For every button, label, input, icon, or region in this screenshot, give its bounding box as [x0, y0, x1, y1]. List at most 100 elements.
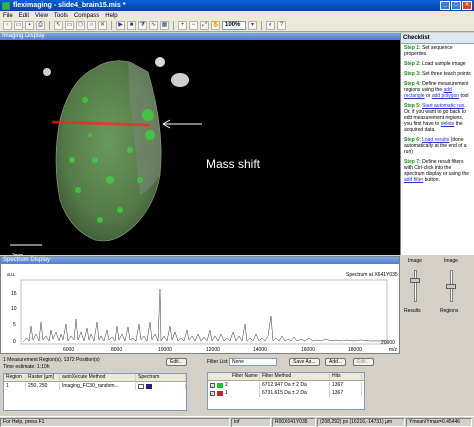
add-filter-link[interactable]: add filter	[404, 177, 423, 183]
close-button[interactable]: ×	[462, 1, 472, 10]
x-tick-label: 6000	[63, 347, 74, 353]
raster-cell: 250, 250	[26, 382, 60, 390]
filter-color-swatch[interactable]	[217, 390, 223, 396]
stop-icon[interactable]: ■	[127, 21, 136, 30]
filter-icon[interactable]: ⧩	[138, 21, 147, 30]
filters-panel: Filter List: None Save As... Add... Edit…	[201, 355, 474, 415]
add-polygon-link[interactable]: add polygon	[432, 93, 459, 99]
minimize-button[interactable]: _	[440, 1, 450, 10]
status-tof: tof	[231, 417, 271, 427]
column-header: Filter Name	[208, 373, 260, 380]
open-folder-icon[interactable]: ▭	[14, 21, 23, 30]
save-as-button[interactable]: Save As...	[289, 358, 320, 366]
checklist-title: Checklist	[401, 33, 474, 44]
status-position: R00X041Y035	[272, 417, 316, 427]
x-tick-label: 10000	[158, 347, 172, 353]
table-row[interactable]: ✓ 2 6712.947 Da ± 2 Da 1367	[208, 381, 364, 389]
spectrum-checkbox[interactable]	[138, 383, 144, 389]
filter-name-cell: ✓ 2	[208, 381, 260, 389]
filter-checkbox[interactable]: ✓	[210, 390, 215, 396]
filter-list-select[interactable]: None	[229, 358, 277, 366]
spectrum-icon[interactable]: ∿	[149, 21, 158, 30]
menu-view[interactable]: View	[35, 13, 48, 19]
x-tick-label: 16000	[301, 347, 315, 353]
status-coordinates: (208,292) px (16216,-14731) µm	[317, 417, 405, 427]
regions-table: Region Raster [µm] autoXecute Method Spe…	[3, 373, 187, 411]
spectrum-legend: Spectrum at X641Y035	[346, 272, 398, 278]
menu-tools[interactable]: Tools	[54, 13, 68, 19]
select-arrow-icon[interactable]: ↖	[54, 21, 63, 30]
hand-icon[interactable]: ✋	[211, 21, 220, 30]
zoom-in-icon[interactable]: +	[178, 21, 187, 30]
table-row[interactable]: ✓ 1 6731.615 Da ± 2 Da 1367	[208, 389, 364, 397]
step-number: Step 3:	[404, 71, 421, 77]
step-text: tool	[459, 93, 469, 99]
y-axis-label: a.u.	[7, 272, 15, 278]
add-filter-button[interactable]: Add...	[325, 358, 347, 366]
toolbar: ▫ ▭ ▪ ⎙ ↖ ▭ ⬠ ○ ✕ ▶ ■ ⧩ ∿ ▦ + − ⤢ ✋ 100%…	[0, 20, 474, 32]
toolbar-separator	[261, 21, 262, 30]
method-cell: Imaging_FC30_random...	[60, 382, 136, 390]
delete-icon[interactable]: ✕	[98, 21, 107, 30]
fit-icon[interactable]: ⤢	[200, 21, 209, 30]
checklist-step-1: Step 1: Set sequence properties	[401, 44, 474, 60]
toolbar-separator	[49, 21, 50, 30]
toolbar-separator	[173, 21, 174, 30]
print-icon[interactable]: ⎙	[36, 21, 45, 30]
mass-shift-annotation: Mass shift	[206, 157, 261, 171]
checklist-step-6: Step 6: Load results (done automatically…	[401, 136, 474, 158]
image-controls-panel: Image Image Results Regions	[400, 256, 474, 354]
window-title: fleximaging - slide4_brain15.mis *	[13, 2, 126, 9]
rectangle-icon[interactable]: ▭	[65, 21, 74, 30]
checklist-step-2: Step 2: Load sample image	[401, 60, 474, 70]
run-icon[interactable]: ▶	[116, 21, 125, 30]
y-tick-label: 0	[13, 339, 16, 345]
menu-file[interactable]: File	[3, 13, 13, 19]
image-right-label: Image	[444, 258, 458, 264]
edit-regions-button[interactable]: Edit...	[166, 358, 187, 366]
application-window: fleximaging - slide4_brain15.mis * _ □ ×…	[0, 0, 474, 427]
zoom-select[interactable]: 100%	[222, 21, 246, 30]
checklist-step-3: Step 3: Set three teach points	[401, 70, 474, 80]
grid-icon[interactable]: ▦	[160, 21, 169, 30]
help-icon[interactable]: ?	[277, 21, 286, 30]
filter-checkbox[interactable]: ✓	[210, 382, 215, 388]
ellipse-icon[interactable]: ○	[87, 21, 96, 30]
maximize-button[interactable]: □	[451, 1, 461, 10]
table-row[interactable]: 1 250, 250 Imaging_FC30_random...	[4, 382, 186, 390]
menu-edit[interactable]: Edit	[19, 13, 29, 19]
step-text: Set three teach points	[422, 71, 471, 77]
image-left-label: Image	[408, 258, 422, 264]
filter-hits-cell: 1367	[330, 381, 362, 389]
save-icon[interactable]: ▪	[25, 21, 34, 30]
checklist-step-7: Step 7: Define result filters with Ctrl-…	[401, 158, 474, 186]
spectrum-canvas[interactable]: a.u. Spectrum at X641Y035 m/z 15 10 5 0 …	[1, 264, 399, 354]
imaging-canvas[interactable]: Mass shift 3mm	[0, 40, 400, 259]
zoom-out-icon[interactable]: −	[189, 21, 198, 30]
filter-color-swatch[interactable]	[217, 382, 223, 388]
edit-filter-button[interactable]: Edit...	[353, 358, 374, 366]
delete-link[interactable]: delete	[441, 121, 455, 127]
x-tick-label: 12000	[206, 347, 220, 353]
menu-help[interactable]: Help	[105, 13, 117, 19]
chevron-down-icon[interactable]: ▾	[248, 21, 257, 30]
column-header: autoXecute Method	[60, 374, 136, 381]
polygon-icon[interactable]: ⬠	[76, 21, 85, 30]
column-header: Region	[4, 374, 26, 381]
y-tick-label: 10	[11, 306, 17, 312]
new-file-icon[interactable]: ▫	[3, 21, 12, 30]
toolbar-separator	[111, 21, 112, 30]
color-icon[interactable]: ◐	[266, 21, 275, 30]
spectrum-plot: a.u. Spectrum at X641Y035 m/z 15 10 5 0 …	[7, 272, 398, 353]
imaging-display-panel: Imaging Display Mass shift	[0, 33, 400, 259]
regions-table-header: Region Raster [µm] autoXecute Method Spe…	[4, 374, 186, 382]
results-slider-thumb[interactable]	[410, 278, 420, 283]
filter-hits-cell: 1367	[330, 389, 362, 397]
menu-compass[interactable]: Compass	[74, 13, 99, 19]
filter-method-cell: 6712.947 Da ± 2 Da	[260, 381, 330, 389]
filter-method-cell: 6731.615 Da ± 2 Da	[260, 389, 330, 397]
regions-slider-thumb[interactable]	[446, 284, 456, 289]
spectrum-display-panel: Spectrum Display a.u. Spectrum at X641Y0…	[0, 256, 400, 354]
imaging-display-header: Imaging Display	[0, 33, 400, 40]
region-color-swatch[interactable]	[146, 383, 152, 389]
